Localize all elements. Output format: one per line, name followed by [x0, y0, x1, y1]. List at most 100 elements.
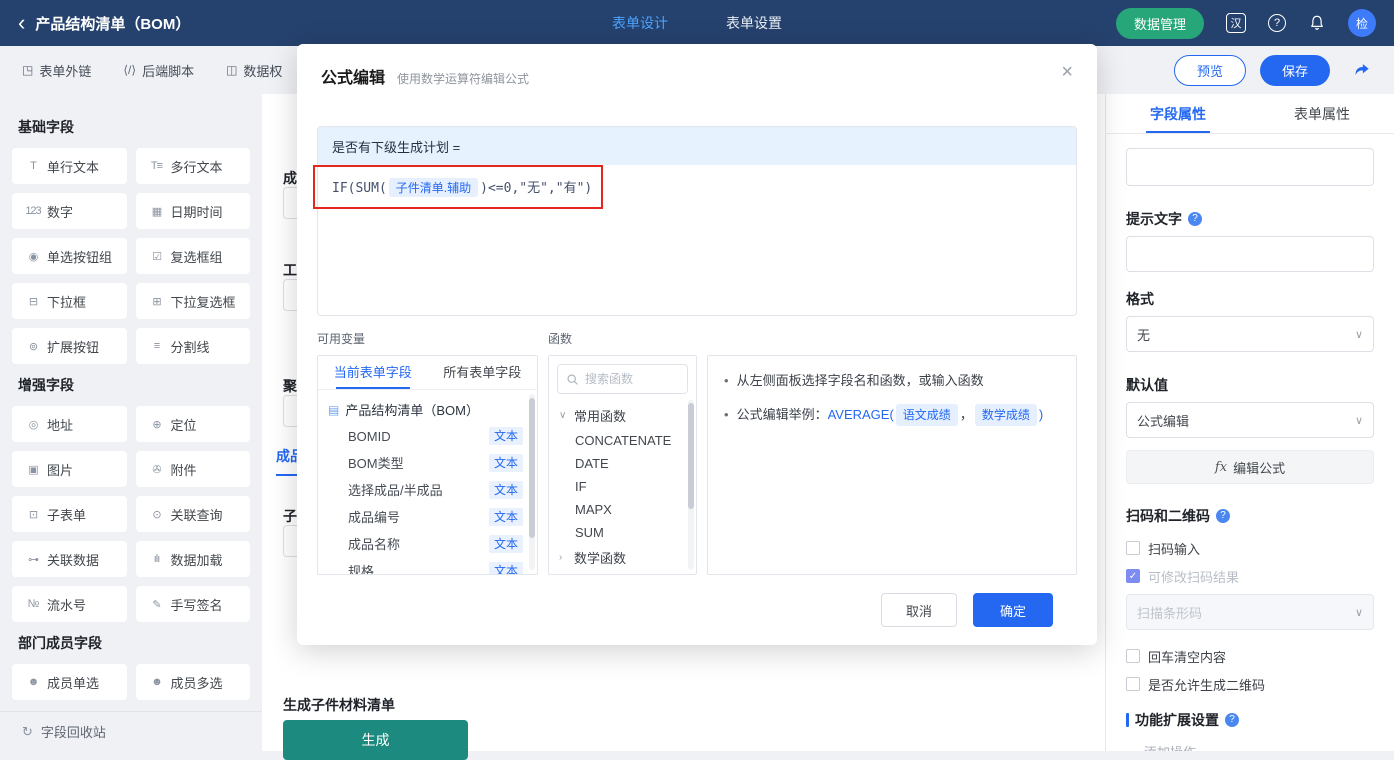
field-type-button[interactable]: ılı 数据加载 [135, 541, 250, 577]
generate-button[interactable]: 生成 [283, 720, 468, 760]
question-icon[interactable]: ? [1216, 509, 1230, 523]
field-type-button[interactable]: ⊞ 下拉复选框 [135, 283, 250, 319]
field-type-button[interactable]: ▣ 图片 [12, 451, 127, 487]
checkbox-enter-clear[interactable]: 回车清空内容 [1126, 646, 1374, 666]
variables-root-node[interactable]: ▤ 产品结构清单（BOM） [318, 396, 537, 423]
variable-field-row[interactable]: 选择成品/半成品 文本 [318, 476, 537, 503]
checkbox-icon[interactable] [1126, 649, 1140, 663]
add-action-button[interactable]: 添加操作 [1126, 742, 1374, 751]
language-icon[interactable]: 汉 [1226, 13, 1246, 33]
field-type-button[interactable]: ⊡ 子表单 [12, 496, 127, 532]
example-function: AVERAGE( [827, 407, 894, 423]
function-group-math[interactable]: › 数学函数 [549, 544, 696, 571]
field-type-label: 地址 [47, 417, 74, 433]
field-type-button[interactable]: T 单行文本 [12, 148, 127, 184]
preview-button[interactable]: 预览 [1173, 54, 1246, 86]
function-search[interactable] [557, 364, 688, 394]
checkbox-allow-qrcode[interactable]: 是否允许生成二维码 [1126, 674, 1374, 694]
close-icon[interactable]: × [1061, 62, 1073, 82]
field-type-button[interactable]: T≡ 多行文本 [135, 148, 250, 184]
variables-tree: ▤ 产品结构清单（BOM） BOMID 文本 BOM类型 文本 选择成品/半成品… [318, 390, 537, 575]
avatar[interactable]: 检 [1348, 9, 1376, 37]
bell-icon[interactable] [1308, 14, 1326, 32]
field-type-button[interactable]: ◉ 单选按钮组 [12, 238, 127, 274]
function-group-text[interactable]: › 文本函数 [549, 571, 696, 574]
variable-field-row[interactable]: BOM类型 文本 [318, 449, 537, 476]
toolbar-link[interactable]: ⟨/⟩ 后端脚本 [123, 61, 194, 80]
checkbox-icon[interactable] [1126, 541, 1140, 555]
scan-barcode-select-value: 扫描条形码 [1137, 605, 1203, 621]
confirm-button[interactable]: 确定 [973, 593, 1053, 627]
variable-field-name: 规格 [348, 564, 375, 575]
field-type-button[interactable]: ◎ 地址 [12, 406, 127, 442]
edit-formula-button[interactable]: fx 编辑公式 [1126, 450, 1374, 484]
variable-field-row[interactable]: BOMID 文本 [318, 423, 537, 449]
variable-field-row[interactable]: 规格 文本 [318, 557, 537, 575]
question-icon[interactable]: ? [1225, 713, 1239, 727]
field-chip[interactable]: 子件清单.辅助 [388, 178, 479, 197]
field-type-button[interactable]: ✇ 附件 [135, 451, 250, 487]
unlabeled-input[interactable] [1126, 148, 1374, 186]
function-item[interactable]: MAPX [549, 498, 696, 521]
topbar-tab[interactable]: 表单设置 [726, 13, 782, 33]
variable-field-row[interactable]: 成品编号 文本 [318, 503, 537, 530]
checkbox-checked-icon[interactable]: ✓ [1126, 569, 1140, 583]
scrollbar-thumb[interactable] [688, 403, 694, 509]
properties-tab[interactable]: 表单属性 [1250, 94, 1394, 133]
field-type-label: 关联数据 [47, 552, 100, 568]
cancel-button[interactable]: 取消 [881, 593, 957, 627]
function-item[interactable]: SUM [549, 521, 696, 544]
document-icon: ▤ [328, 402, 340, 417]
variables-tab[interactable]: 所有表单字段 [428, 356, 538, 389]
field-type-button[interactable]: ✎ 手写签名 [135, 586, 250, 622]
tip-text-input[interactable] [1126, 236, 1374, 272]
function-item[interactable]: IF [549, 475, 696, 498]
function-item[interactable]: CONCATENATE [549, 429, 696, 452]
example-close-paren: ) [1038, 407, 1044, 423]
field-type-label: 下拉框 [47, 294, 87, 310]
scrollbar-thumb[interactable] [529, 397, 535, 539]
formula-editor[interactable]: 是否有下级生成计划 = IF(SUM(子件清单.辅助)<=0,"无","有") [317, 126, 1077, 316]
topbar-tab[interactable]: 表单设计 [612, 13, 668, 33]
toolbar-link[interactable]: ◫ 数据权 [226, 61, 282, 80]
checkbox-scan-input[interactable]: 扫码输入 [1126, 538, 1374, 558]
field-type-button[interactable]: ☑ 复选框组 [135, 238, 250, 274]
field-type-button[interactable]: ☻ 成员单选 [12, 664, 127, 700]
variable-field-row[interactable]: 成品名称 文本 [318, 530, 537, 557]
toolbar-link[interactable]: ◳ 表单外链 [22, 61, 91, 80]
help-icon[interactable]: ? [1268, 14, 1286, 32]
field-type-label: 单选按钮组 [47, 249, 113, 265]
back-icon[interactable]: ‹ [18, 12, 25, 34]
question-icon[interactable]: ? [1188, 212, 1202, 226]
field-type-button[interactable]: ▦ 日期时间 [135, 193, 250, 229]
function-item[interactable]: DATE [549, 452, 696, 475]
properties-tab[interactable]: 字段属性 [1106, 94, 1250, 133]
field-type-button[interactable]: ≡ 分割线 [135, 328, 250, 364]
field-type-button[interactable]: ⊶ 关联数据 [12, 541, 127, 577]
field-type-button[interactable]: ⊚ 扩展按钮 [12, 328, 127, 364]
field-type-button[interactable]: ⊕ 定位 [135, 406, 250, 442]
function-group-common[interactable]: ∨ 常用函数 [549, 402, 696, 429]
field-type-button[interactable]: № 流水号 [12, 586, 127, 622]
default-value-select[interactable]: 公式编辑 ∨ [1126, 402, 1374, 438]
function-search-input[interactable] [585, 372, 679, 386]
variable-field-name: 选择成品/半成品 [348, 483, 443, 498]
field-type-button[interactable]: 123 数字 [12, 193, 127, 229]
scan-barcode-select: 扫描条形码 ∨ [1126, 594, 1374, 630]
field-type-button[interactable]: ☻ 成员多选 [135, 664, 250, 700]
field-type-button[interactable]: ⊟ 下拉框 [12, 283, 127, 319]
variables-tab[interactable]: 当前表单字段 [318, 356, 428, 389]
formula-code[interactable]: IF(SUM(子件清单.辅助)<=0,"无","有") [318, 165, 1076, 209]
field-type-button[interactable]: ⊙ 关联查询 [135, 496, 250, 532]
data-manage-button[interactable]: 数据管理 [1115, 7, 1204, 39]
share-icon[interactable] [1352, 60, 1372, 80]
checkbox-modify-scan-result[interactable]: ✓ 可修改扫码结果 [1126, 566, 1374, 586]
toolbar-link-icon: ⟨/⟩ [123, 63, 137, 77]
save-button[interactable]: 保存 [1259, 54, 1330, 86]
format-select[interactable]: 无 ∨ [1126, 316, 1374, 352]
chevron-down-icon: ∨ [559, 410, 567, 421]
field-type-icon: ⊙ [152, 508, 161, 521]
modal-footer: 取消 确定 [317, 575, 1077, 647]
field-recycle-bin[interactable]: ↻ 字段回收站 [0, 711, 262, 751]
checkbox-icon[interactable] [1126, 677, 1140, 691]
